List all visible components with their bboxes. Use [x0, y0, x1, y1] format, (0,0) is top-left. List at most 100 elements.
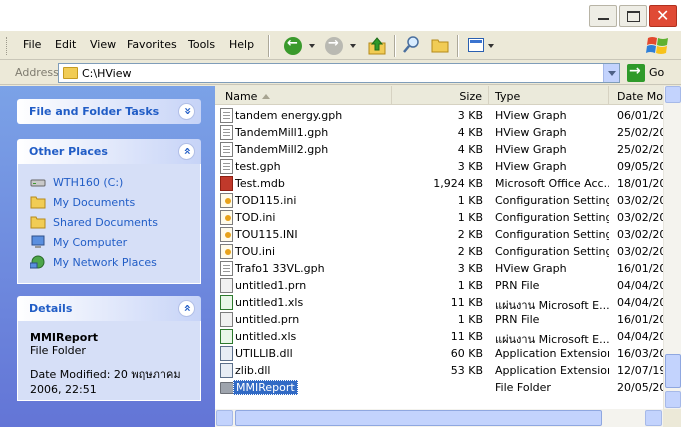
- place-label[interactable]: My Documents: [53, 196, 135, 209]
- panel-title[interactable]: File and Folder Tasks: [29, 105, 159, 118]
- file-row[interactable]: untitled1.prn 1 KB PRN File 04/04/20: [215, 277, 663, 294]
- back-dropdown-icon[interactable]: [309, 44, 315, 48]
- horizontal-scrollbar[interactable]: [215, 409, 663, 427]
- place-item-my-documents[interactable]: My Documents: [30, 193, 188, 213]
- file-date: 16/03/20: [617, 347, 663, 360]
- file-row[interactable]: untitled1.xls 11 KB แผ่นงาน Microsoft E...…: [215, 294, 663, 312]
- menu-bar: File Edit View Favorites Tools Help: [0, 30, 681, 60]
- file-name[interactable]: untitled1.prn: [235, 279, 306, 292]
- place-item-my-network-places[interactable]: My Network Places: [30, 253, 188, 273]
- file-row[interactable]: Trafo1 33VL.gph 3 KB HView Graph 16/01/20: [215, 260, 663, 277]
- column-header-type[interactable]: Type: [489, 86, 609, 105]
- toolbar-grip[interactable]: [6, 37, 9, 55]
- close-button[interactable]: ✕: [649, 5, 677, 27]
- place-label[interactable]: Shared Documents: [53, 216, 158, 229]
- maximize-button[interactable]: [619, 5, 647, 27]
- column-header-name[interactable]: Name: [215, 86, 392, 105]
- vertical-scroll-thumb[interactable]: [665, 354, 681, 388]
- column-label: Size: [459, 90, 482, 103]
- panel-header[interactable]: Details: [17, 296, 201, 321]
- title-bar: ✕: [0, 0, 681, 30]
- address-dropdown-button[interactable]: [603, 64, 619, 82]
- file-row[interactable]: zlib.dll 53 KB Application Extension 12/07/…: [215, 362, 663, 379]
- collapse-icon[interactable]: [178, 143, 195, 160]
- scroll-up-button[interactable]: [665, 86, 681, 103]
- forward-icon[interactable]: [325, 36, 343, 55]
- file-name[interactable]: untitled.prn: [235, 313, 299, 326]
- file-name[interactable]: TOD.ini: [235, 211, 275, 224]
- file-name[interactable]: zlib.dll: [235, 364, 270, 377]
- scroll-down-button[interactable]: [665, 391, 681, 408]
- file-date: 03/02/20: [617, 228, 663, 241]
- file-date: 04/04/20: [617, 330, 663, 343]
- file-row[interactable]: UTILLIB.dll 60 KB Application Extension 16/…: [215, 345, 663, 362]
- file-name[interactable]: UTILLIB.dll: [235, 347, 293, 360]
- address-label: Address: [15, 66, 59, 79]
- panel-title[interactable]: Other Places: [29, 145, 108, 158]
- menu-view[interactable]: View: [90, 38, 116, 51]
- file-row[interactable]: TOD115.ini 1 KB Configuration Settings 03/0…: [215, 192, 663, 209]
- back-icon[interactable]: [284, 36, 302, 55]
- search-icon[interactable]: [403, 36, 419, 54]
- file-name[interactable]: MMIReport: [233, 380, 298, 395]
- address-value[interactable]: C:\HView: [82, 67, 131, 80]
- task-pane: File and Folder Tasks Other Places WTH16…: [0, 86, 215, 427]
- file-name[interactable]: TandemMill2.gph: [235, 143, 328, 156]
- menu-edit[interactable]: Edit: [55, 38, 76, 51]
- file-row[interactable]: TOD.ini 1 KB Configuration Settings 03/02/2…: [215, 209, 663, 226]
- panel-title[interactable]: Details: [29, 302, 72, 315]
- horizontal-scroll-thumb[interactable]: [235, 410, 602, 426]
- views-icon[interactable]: [468, 38, 484, 52]
- file-name[interactable]: untitled.xls: [235, 330, 296, 343]
- file-row[interactable]: untitled.xls 11 KB แผ่นงาน Microsoft E... 0…: [215, 328, 663, 346]
- place-label[interactable]: WTH160 (C:): [53, 176, 123, 189]
- expand-icon[interactable]: [178, 103, 195, 120]
- scroll-left-button[interactable]: [216, 410, 233, 426]
- file-name[interactable]: TOU.ini: [235, 245, 275, 258]
- place-item-drive[interactable]: WTH160 (C:): [30, 173, 188, 193]
- menu-help[interactable]: Help: [229, 38, 254, 51]
- panel-header[interactable]: Other Places: [17, 139, 201, 164]
- panel-header[interactable]: File and Folder Tasks: [17, 99, 201, 124]
- place-item-my-computer[interactable]: My Computer: [30, 233, 188, 253]
- vertical-scrollbar[interactable]: [663, 86, 681, 409]
- file-row[interactable]: untitled.prn 1 KB PRN File 16/01/20: [215, 311, 663, 328]
- collapse-icon[interactable]: [178, 300, 195, 317]
- file-name[interactable]: untitled1.xls: [235, 296, 303, 309]
- scroll-right-button[interactable]: [645, 410, 662, 426]
- file-row[interactable]: test.gph 3 KB HView Graph 09/05/20: [215, 158, 663, 175]
- place-label[interactable]: My Computer: [53, 236, 127, 249]
- file-name[interactable]: TOD115.ini: [235, 194, 296, 207]
- file-name[interactable]: TOU115.INI: [235, 228, 298, 241]
- forward-dropdown-icon[interactable]: [350, 44, 356, 48]
- file-row[interactable]: TandemMill2.gph 4 KB HView Graph 25/02/20: [215, 141, 663, 158]
- menu-tools[interactable]: Tools: [188, 38, 215, 51]
- up-folder-icon[interactable]: [368, 37, 386, 55]
- file-row[interactable]: tandem energy.gph 3 KB HView Graph 06/01/20: [215, 107, 663, 124]
- menu-file[interactable]: File: [23, 38, 41, 51]
- column-header-row: Name Size Type Date Mo: [215, 86, 681, 105]
- file-name[interactable]: Trafo1 33VL.gph: [235, 262, 325, 275]
- place-item-shared-documents[interactable]: Shared Documents: [30, 213, 188, 233]
- file-name[interactable]: test.gph: [235, 160, 281, 173]
- file-row[interactable]: Test.mdb 1,924 KB Microsoft Office Acc... 1…: [215, 175, 663, 192]
- views-dropdown-icon[interactable]: [488, 44, 494, 48]
- place-label[interactable]: My Network Places: [53, 256, 157, 269]
- file-row[interactable]: TandemMill1.gph 4 KB HView Graph 25/02/20: [215, 124, 663, 141]
- address-input[interactable]: C:\HView: [58, 63, 620, 83]
- file-name[interactable]: tandem energy.gph: [235, 109, 342, 122]
- go-icon[interactable]: [627, 63, 645, 82]
- folders-icon[interactable]: [431, 37, 449, 53]
- go-button[interactable]: Go: [649, 66, 664, 79]
- file-size: 1 KB: [457, 279, 483, 292]
- other-places-list: WTH160 (C:) My Documents Shared Document…: [17, 164, 201, 284]
- file-name[interactable]: Test.mdb: [235, 177, 285, 190]
- file-row[interactable]: MMIReport File Folder 20/05/20: [215, 379, 663, 396]
- file-row[interactable]: TOU.ini 2 KB Configuration Settings 03/02/2…: [215, 243, 663, 260]
- file-name[interactable]: TandemMill1.gph: [235, 126, 328, 139]
- file-list[interactable]: Name Size Type Date Mo tandem energy.gph…: [215, 86, 681, 427]
- file-row[interactable]: TOU115.INI 2 KB Configuration Settings 03/0…: [215, 226, 663, 243]
- menu-favorites[interactable]: Favorites: [127, 38, 177, 51]
- column-header-size[interactable]: Size: [392, 86, 489, 105]
- minimize-button[interactable]: [589, 5, 617, 27]
